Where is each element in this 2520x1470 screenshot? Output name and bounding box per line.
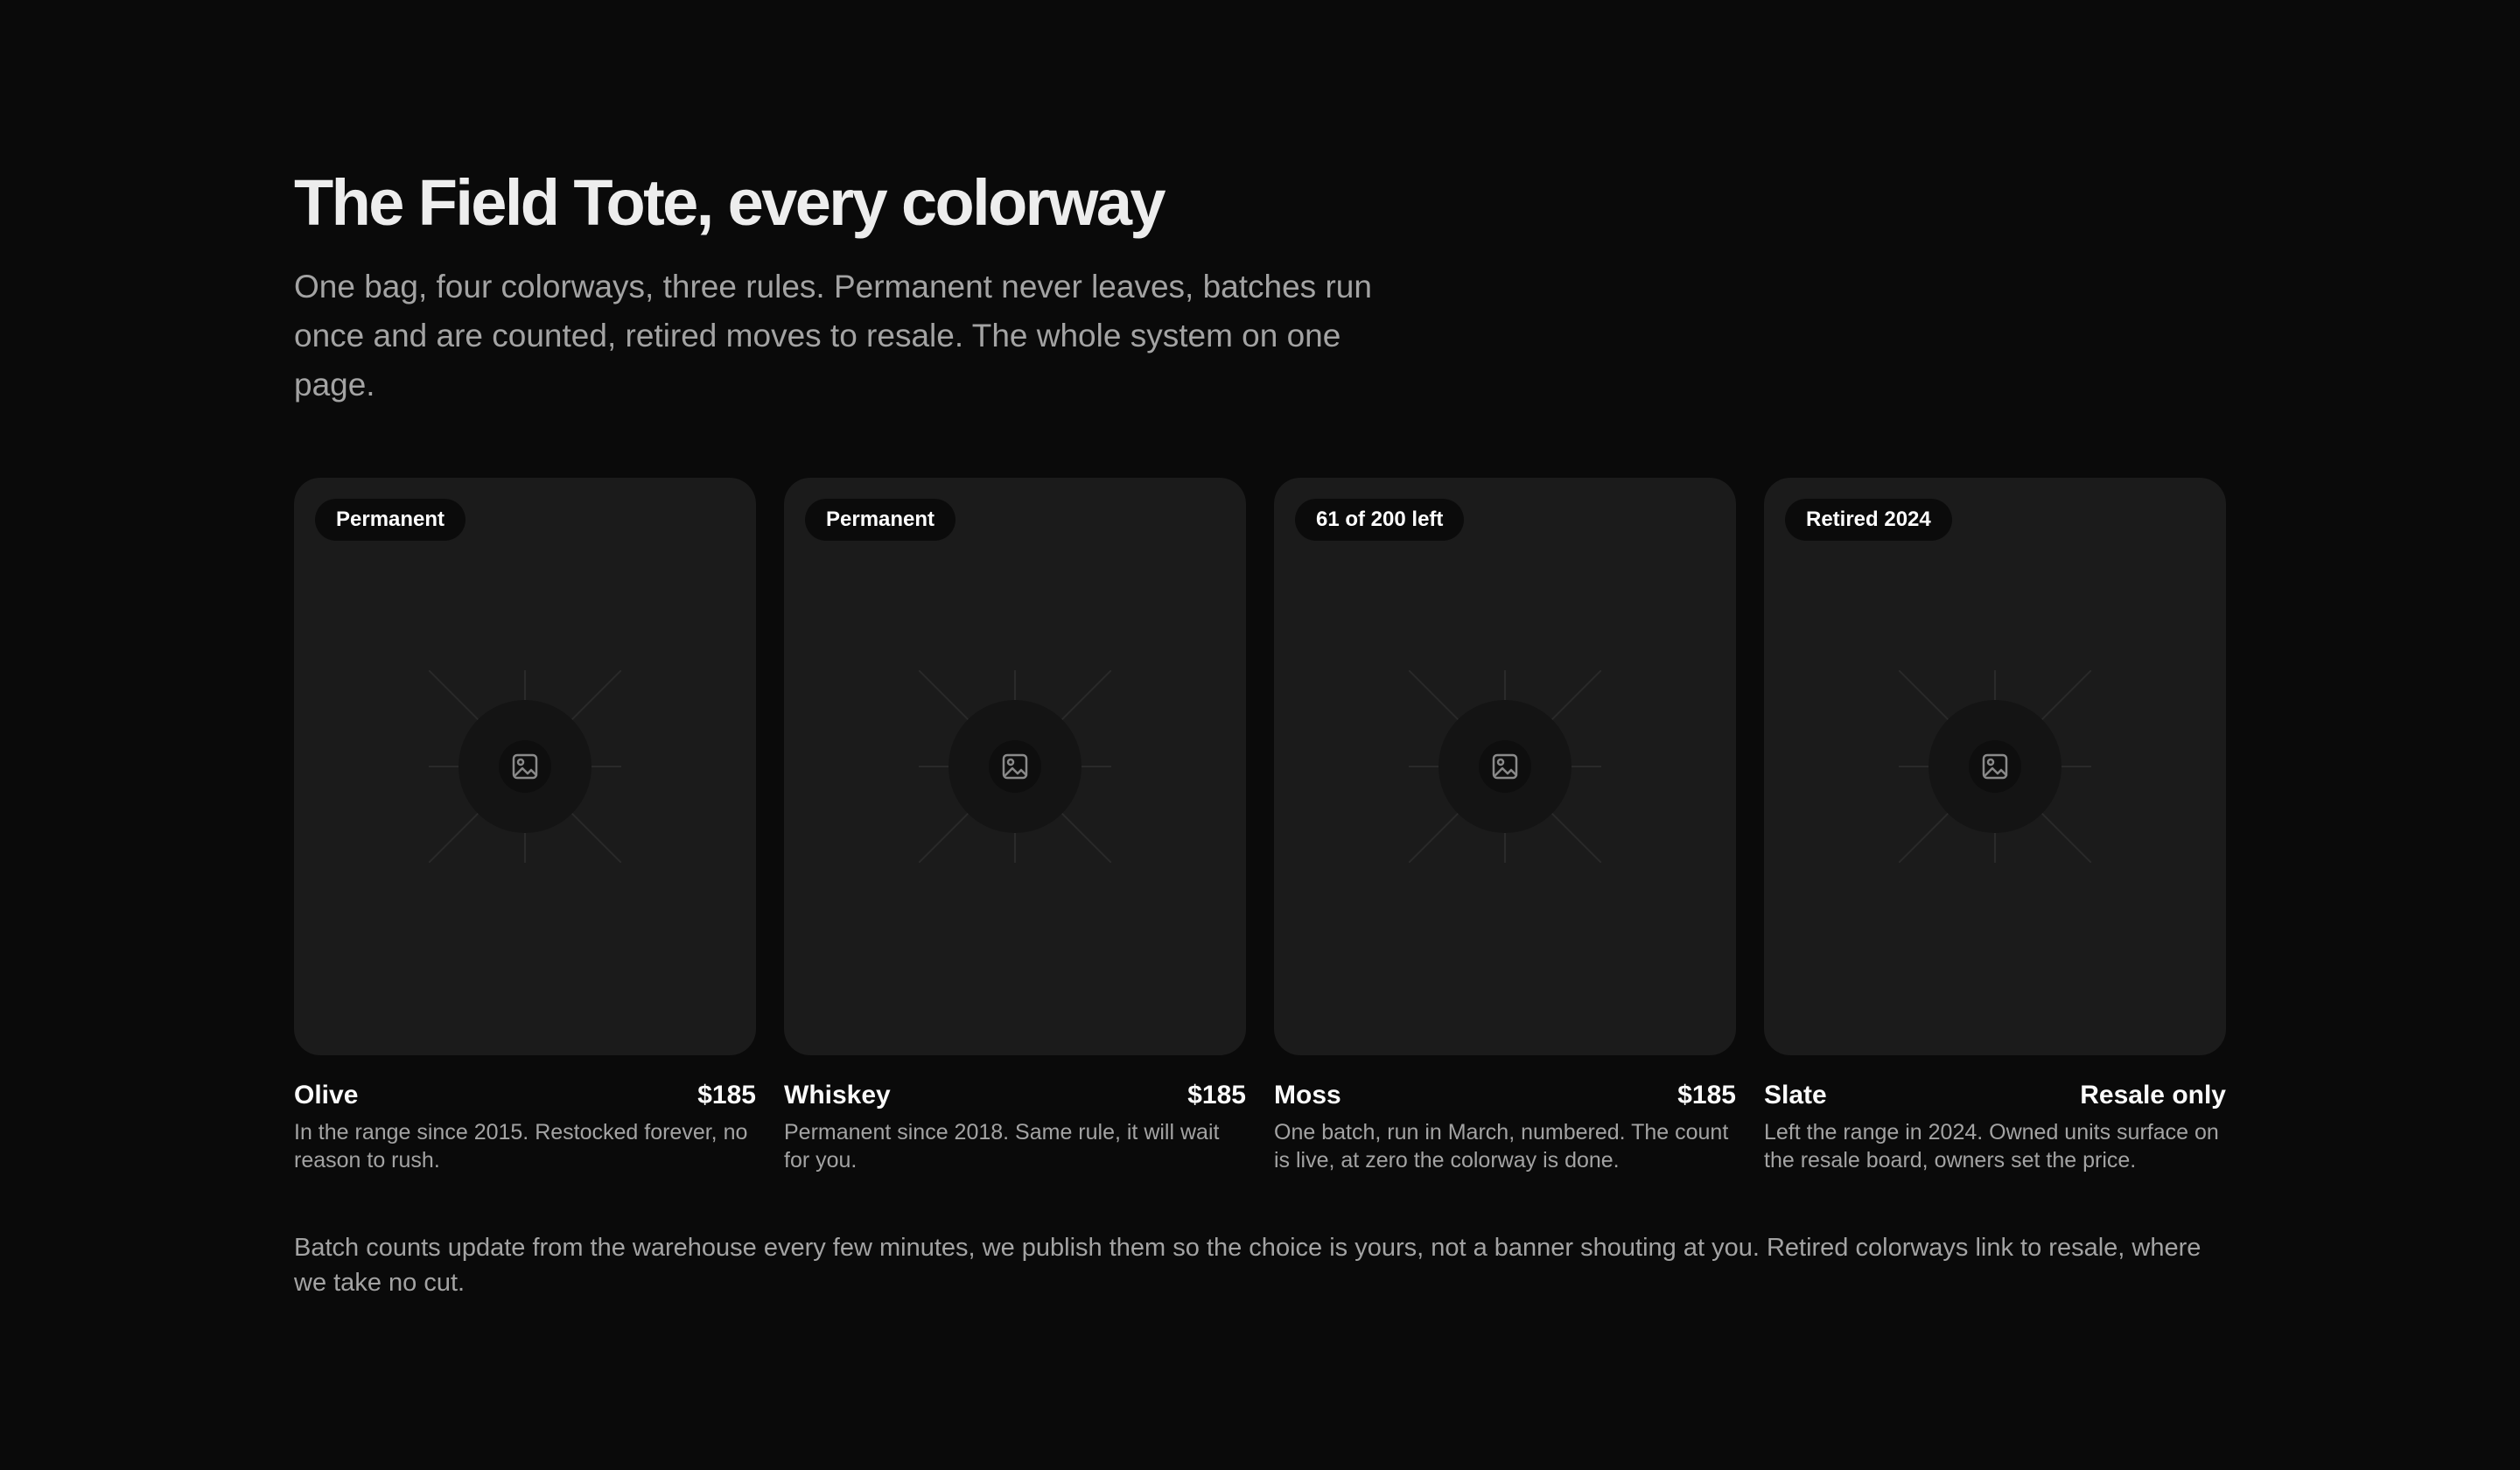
product-image-placeholder[interactable]: Permanent — [294, 478, 756, 1055]
colorway-card-olive[interactable]: Permanent Olive $185 In the range since … — [294, 478, 756, 1174]
product-image-placeholder[interactable]: 61 of 200 left — [1274, 478, 1736, 1055]
image-placeholder-icon — [1899, 670, 2091, 863]
status-badge: Permanent — [315, 499, 466, 541]
colorway-description: Permanent since 2018. Same rule, it will… — [784, 1120, 1220, 1172]
page-title: The Field Tote, every colorway — [294, 166, 1166, 239]
colorway-description: In the range since 2015. Restocked forev… — [294, 1120, 748, 1172]
colorway-card-slate[interactable]: Retired 2024 Slate Resale only Left the … — [1764, 478, 2226, 1174]
page: The Field Tote, every colorway One bag, … — [0, 0, 2520, 1470]
colorway-name: Whiskey — [784, 1081, 891, 1110]
colorway-name: Slate — [1764, 1081, 1827, 1110]
colorway-name: Moss — [1274, 1081, 1341, 1110]
product-image-placeholder[interactable]: Retired 2024 — [1764, 478, 2226, 1055]
status-badge: Retired 2024 — [1785, 499, 1952, 541]
colorway-price: $185 — [1677, 1081, 1736, 1110]
product-image-placeholder[interactable]: Permanent — [784, 478, 1246, 1055]
main-content: The Field Tote, every colorway One bag, … — [294, 164, 2226, 1326]
image-placeholder-icon — [429, 670, 621, 863]
colorway-card-moss[interactable]: 61 of 200 left Moss $185 One batch, run … — [1274, 478, 1736, 1174]
image-placeholder-icon — [1409, 670, 1601, 863]
status-badge: Permanent — [805, 499, 956, 541]
card-meta-row: Whiskey $185 — [784, 1080, 1246, 1111]
image-placeholder-icon — [919, 670, 1111, 863]
colorway-price: Resale only — [2080, 1081, 2226, 1110]
colorway-price: $185 — [697, 1081, 756, 1110]
page-subtitle: One bag, four colorways, three rules. Pe… — [294, 269, 1372, 402]
colorway-description: Left the range in 2024. Owned units surf… — [1764, 1120, 2219, 1172]
colorway-card-whiskey[interactable]: Permanent Whiskey $185 Permanent since 2… — [784, 478, 1246, 1174]
colorway-grid: Permanent Olive $185 In the range since … — [294, 478, 2226, 1174]
status-badge: 61 of 200 left — [1295, 499, 1465, 541]
colorway-description: One batch, run in March, numbered. The c… — [1274, 1120, 1729, 1172]
card-meta-row: Slate Resale only — [1764, 1080, 2226, 1111]
card-meta-row: Moss $185 — [1274, 1080, 1736, 1111]
footer-note: Batch counts update from the warehouse e… — [294, 1234, 2202, 1297]
card-meta-row: Olive $185 — [294, 1080, 756, 1111]
colorway-name: Olive — [294, 1081, 359, 1110]
colorway-price: $185 — [1187, 1081, 1246, 1110]
